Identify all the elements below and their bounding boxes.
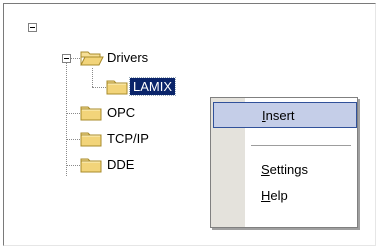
menu-item-settings[interactable]: Settings	[213, 157, 357, 183]
tree-line-dde	[66, 165, 80, 166]
tree-line-drivers	[70, 58, 80, 59]
tree-line-opc	[66, 113, 80, 114]
folder-icon	[106, 79, 128, 95]
tree-node-label: Drivers	[107, 50, 149, 65]
tree-node-label: LAMIX	[128, 77, 177, 96]
tree-line-tcpip	[66, 139, 80, 140]
tree-node-label: TCP/IP	[107, 131, 149, 146]
context-menu: Insert Settings Help	[210, 97, 358, 228]
folder-icon	[80, 105, 102, 121]
menu-item-help[interactable]: Help	[213, 183, 357, 209]
tree-line-lamix	[92, 87, 106, 88]
root-collapse-toggle[interactable]	[28, 23, 37, 32]
folder-icon	[80, 131, 102, 147]
tree-line-vertical	[66, 62, 67, 176]
menu-item-label: Insert	[262, 108, 295, 123]
menu-item-label: Settings	[261, 162, 308, 177]
menu-item-label: Help	[261, 188, 288, 203]
folder-open-icon	[80, 50, 104, 66]
tree-node-label: DDE	[107, 157, 135, 172]
drivers-collapse-toggle[interactable]	[62, 54, 71, 63]
folder-icon	[80, 157, 102, 173]
tree-line-drivers-child	[92, 68, 93, 87]
menu-separator	[251, 145, 351, 146]
tree-node-label: OPC	[107, 105, 136, 120]
menu-item-insert[interactable]: Insert	[213, 102, 357, 128]
